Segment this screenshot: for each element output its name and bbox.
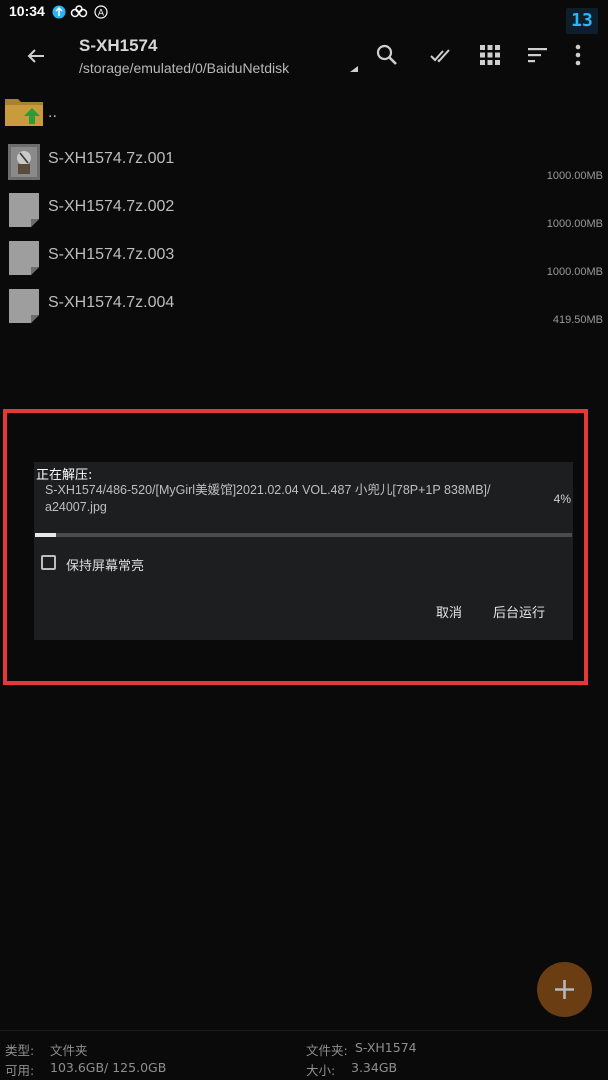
a11y-icon: A	[94, 5, 108, 19]
current-path[interactable]: /storage/emulated/0/BaiduNetdisk	[79, 60, 289, 76]
list-item[interactable]: S-XH1574.7z.004 419.50MB	[0, 284, 608, 332]
size-value: 3.34GB	[351, 1060, 398, 1075]
toolbar: S-XH1574 /storage/emulated/0/BaiduNetdis…	[0, 30, 608, 86]
search-icon[interactable]	[374, 42, 400, 68]
select-all-icon[interactable]	[428, 42, 454, 68]
available-label: 可用:	[5, 1063, 35, 1078]
file-icon	[9, 193, 39, 227]
list-item[interactable]: S-XH1574.7z.003 1000.00MB	[0, 236, 608, 284]
file-icon	[9, 289, 39, 323]
progress-percent: 4%	[553, 492, 571, 506]
keep-screen-on-label[interactable]: 保持屏幕常亮	[66, 555, 144, 574]
status-time: 10:34	[9, 3, 45, 19]
progress-bar-fill	[35, 533, 56, 537]
list-item-parent[interactable]: ..	[0, 92, 608, 140]
current-file-path-line1: S-XH1574/486-520/[MyGirl美媛馆]2021.02.04 V…	[45, 483, 491, 497]
sync-icon	[52, 5, 66, 19]
dialog-title: 正在解压:	[36, 468, 93, 483]
status-bar: 10:34 A 13	[0, 0, 608, 34]
progress-bar	[35, 533, 572, 537]
file-size: 1000.00MB	[546, 170, 603, 182]
screen: 10:34 A 13 S-XH1574 /storage/emulated/0/…	[0, 0, 608, 1080]
more-vert-icon[interactable]	[565, 42, 591, 68]
archive-thumb-icon	[8, 144, 40, 180]
page-title: S-XH1574	[79, 36, 158, 55]
size-label: 大小:	[306, 1063, 336, 1078]
add-fab[interactable]	[537, 962, 592, 1017]
file-name: S-XH1574.7z.003	[48, 246, 175, 263]
parent-folder-icon	[5, 99, 43, 126]
file-size: 1000.00MB	[546, 218, 603, 230]
cancel-button[interactable]: 取消	[432, 600, 466, 623]
file-name: S-XH1574.7z.004	[48, 294, 175, 311]
file-name: S-XH1574.7z.001	[48, 150, 175, 167]
grid-view-icon[interactable]	[477, 42, 503, 68]
svg-text:A: A	[98, 9, 105, 19]
file-name: ..	[48, 104, 57, 121]
file-name: S-XH1574.7z.002	[48, 198, 175, 215]
folder-info-footer: 类型: 文件夹 可用: 103.6GB/ 125.0GB 文件夹: S-XH15…	[0, 1030, 608, 1080]
path-dropdown-icon[interactable]	[349, 65, 359, 73]
type-label: 类型:	[5, 1043, 35, 1058]
file-icon	[9, 241, 39, 275]
folder-value: S-XH1574	[355, 1040, 417, 1055]
type-value: 文件夹	[50, 1043, 88, 1058]
sort-icon[interactable]	[525, 42, 551, 68]
back-arrow-icon[interactable]	[22, 42, 50, 70]
cloud-icon	[70, 5, 88, 18]
keep-screen-on-checkbox[interactable]	[41, 555, 56, 570]
folder-label: 文件夹:	[306, 1043, 348, 1058]
available-value: 103.6GB/ 125.0GB	[50, 1060, 167, 1075]
current-file-path-line2: a24007.jpg	[45, 500, 107, 514]
extract-progress-dialog: 正在解压: S-XH1574/486-520/[MyGirl美媛馆]2021.0…	[34, 462, 573, 640]
current-file-path: S-XH1574/486-520/[MyGirl美媛馆]2021.02.04 V…	[45, 482, 553, 516]
run-in-background-button[interactable]: 后台运行	[489, 600, 549, 623]
file-size: 419.50MB	[552, 314, 603, 326]
list-item[interactable]: S-XH1574.7z.002 1000.00MB	[0, 188, 608, 236]
file-size: 1000.00MB	[546, 266, 603, 278]
plus-icon	[555, 980, 574, 999]
list-item[interactable]: S-XH1574.7z.001 1000.00MB	[0, 140, 608, 188]
